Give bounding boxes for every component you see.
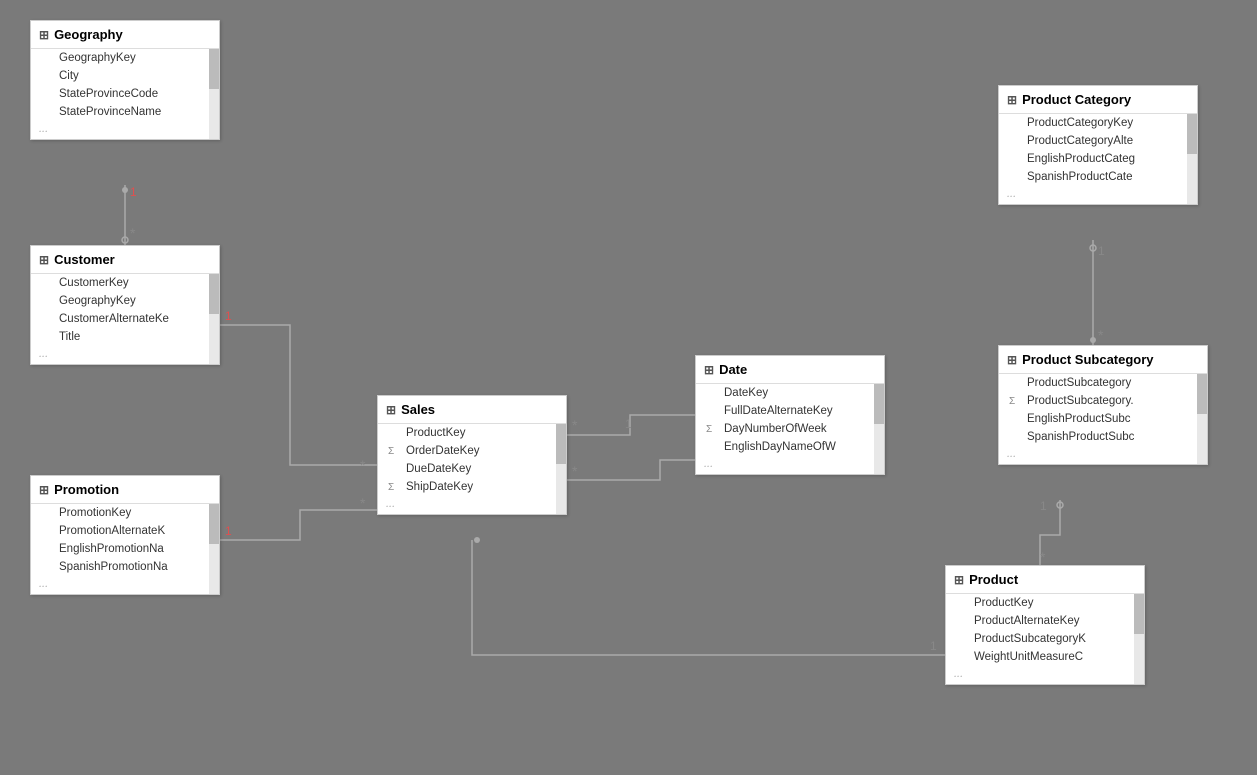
field-fulldatealternatekey: FullDateAlternateKey [696,402,884,420]
svg-text:*: * [1040,549,1046,565]
svg-text:*: * [360,495,366,511]
field-duedatekey: DueDateKey [378,460,566,478]
table-grid-icon7: ⊞ [1007,353,1017,367]
table-grid-icon4: ⊞ [386,403,396,417]
svg-text:*: * [130,225,136,241]
diagram-canvas: 1 * 1 * 1 * 1 * * 1 * 1 * 1 ⊞ [0,0,1257,775]
table-productcategory-title: Product Category [1022,92,1131,107]
table-productsubcategory-body: ProductSubcategory Σ ProductSubcategory.… [999,374,1207,464]
table-productsubcategory: ⊞ Product Subcategory ProductSubcategory… [998,345,1208,465]
table-grid-icon2: ⊞ [39,253,49,267]
field-spanishproductsubc: SpanishProductSubc [999,428,1207,446]
field-productcategorykey: ProductCategoryKey [999,114,1197,132]
table-sales-title: Sales [401,402,435,417]
field-promotionkey: PromotionKey [31,504,219,522]
svg-text:*: * [572,417,578,433]
field-productsubcatalt: Σ ProductSubcategory. [999,392,1207,410]
geography-more-fields: ... [31,121,219,139]
svg-text:*: * [360,457,366,473]
table-productsubcategory-header: ⊞ Product Subcategory [999,346,1207,374]
table-product: ⊞ Product ProductKey ProductAlternateKey… [945,565,1145,685]
field-englishproductcateg: EnglishProductCateg [999,150,1197,168]
field-datekey: DateKey [696,384,884,402]
svg-text:1: 1 [130,185,137,199]
table-customer-body: CustomerKey GeographyKey CustomerAlterna… [31,274,219,364]
table-grid-icon8: ⊞ [954,573,964,587]
table-promotion-body: PromotionKey PromotionAlternateK English… [31,504,219,594]
promotion-more-fields: ... [31,576,219,594]
productsubcategory-more-fields: ... [999,446,1207,464]
svg-text:1: 1 [930,639,937,653]
field-productkey: ProductKey [378,424,566,442]
table-customer: ⊞ Customer CustomerKey GeographyKey Cust… [30,245,220,365]
table-productcategory-body: ProductCategoryKey ProductCategoryAlte E… [999,114,1197,204]
table-sales-header: ⊞ Sales [378,396,566,424]
table-sales-body: ProductKey Σ OrderDateKey DueDateKey Σ S… [378,424,566,514]
table-date: ⊞ Date DateKey FullDateAlternateKey Σ Da… [695,355,885,475]
productcategory-more-fields: ... [999,186,1197,204]
field-daynumberofweek: Σ DayNumberOfWeek [696,420,884,438]
field-orderdatekey: Σ OrderDateKey [378,442,566,460]
table-product-body: ProductKey ProductAlternateKey ProductSu… [946,594,1144,684]
field-shipdatekey: Σ ShipDateKey [378,478,566,496]
table-grid-icon: ⊞ [39,28,49,42]
table-product-header: ⊞ Product [946,566,1144,594]
table-productcategory-header: ⊞ Product Category [999,86,1197,114]
table-date-header: ⊞ Date [696,356,884,384]
field-englishdayname: EnglishDayNameOfW [696,438,884,456]
field-stateprovincecode: StateProvinceCode [31,85,219,103]
table-productsubcategory-title: Product Subcategory [1022,352,1153,367]
field-promotionalternate: PromotionAlternateK [31,522,219,540]
svg-text:1: 1 [225,309,232,323]
svg-text:1: 1 [625,417,632,431]
field-geographykey: GeographyKey [31,49,219,67]
svg-text:1: 1 [1040,499,1047,513]
svg-text:1: 1 [1098,244,1105,258]
sales-more-fields: ... [378,496,566,514]
table-productcategory: ⊞ Product Category ProductCategoryKey Pr… [998,85,1198,205]
field-customerkey: CustomerKey [31,274,219,292]
field-product-productkey: ProductKey [946,594,1144,612]
field-customer-geographykey: GeographyKey [31,292,219,310]
table-customer-header: ⊞ Customer [31,246,219,274]
table-geography-title: Geography [54,27,123,42]
field-spanishpromotion: SpanishPromotionNa [31,558,219,576]
table-promotion-title: Promotion [54,482,119,497]
svg-text:*: * [1098,327,1104,343]
product-more-fields: ... [946,666,1144,684]
field-productsubcatkey: ProductSubcategory [999,374,1207,392]
field-customeralternate: CustomerAlternateKe [31,310,219,328]
field-city: City [31,67,219,85]
table-product-title: Product [969,572,1018,587]
svg-text:1: 1 [225,524,232,538]
table-geography-body: GeographyKey City StateProvinceCode Stat… [31,49,219,139]
field-stateprovincename: StateProvinceName [31,103,219,121]
table-grid-icon5: ⊞ [704,363,714,377]
table-grid-icon6: ⊞ [1007,93,1017,107]
table-date-title: Date [719,362,747,377]
field-productsubcategoryk: ProductSubcategoryK [946,630,1144,648]
table-geography: ⊞ Geography GeographyKey City StateProvi… [30,20,220,140]
table-customer-title: Customer [54,252,115,267]
customer-more-fields: ... [31,346,219,364]
field-weightunitmeasure: WeightUnitMeasureC [946,648,1144,666]
field-productcategoryalt: ProductCategoryAlte [999,132,1197,150]
table-promotion-header: ⊞ Promotion [31,476,219,504]
table-promotion: ⊞ Promotion PromotionKey PromotionAltern… [30,475,220,595]
field-englishpromotion: EnglishPromotionNa [31,540,219,558]
table-date-body: DateKey FullDateAlternateKey Σ DayNumber… [696,384,884,474]
table-sales: ⊞ Sales ProductKey Σ OrderDateKey DueDat… [377,395,567,515]
field-productalternatekey: ProductAlternateKey [946,612,1144,630]
field-spanishproductcate: SpanishProductCate [999,168,1197,186]
field-englishproductsubc: EnglishProductSubc [999,410,1207,428]
svg-text:*: * [572,463,578,479]
date-more-fields: ... [696,456,884,474]
table-geography-header: ⊞ Geography [31,21,219,49]
field-title: Title [31,328,219,346]
table-grid-icon3: ⊞ [39,483,49,497]
